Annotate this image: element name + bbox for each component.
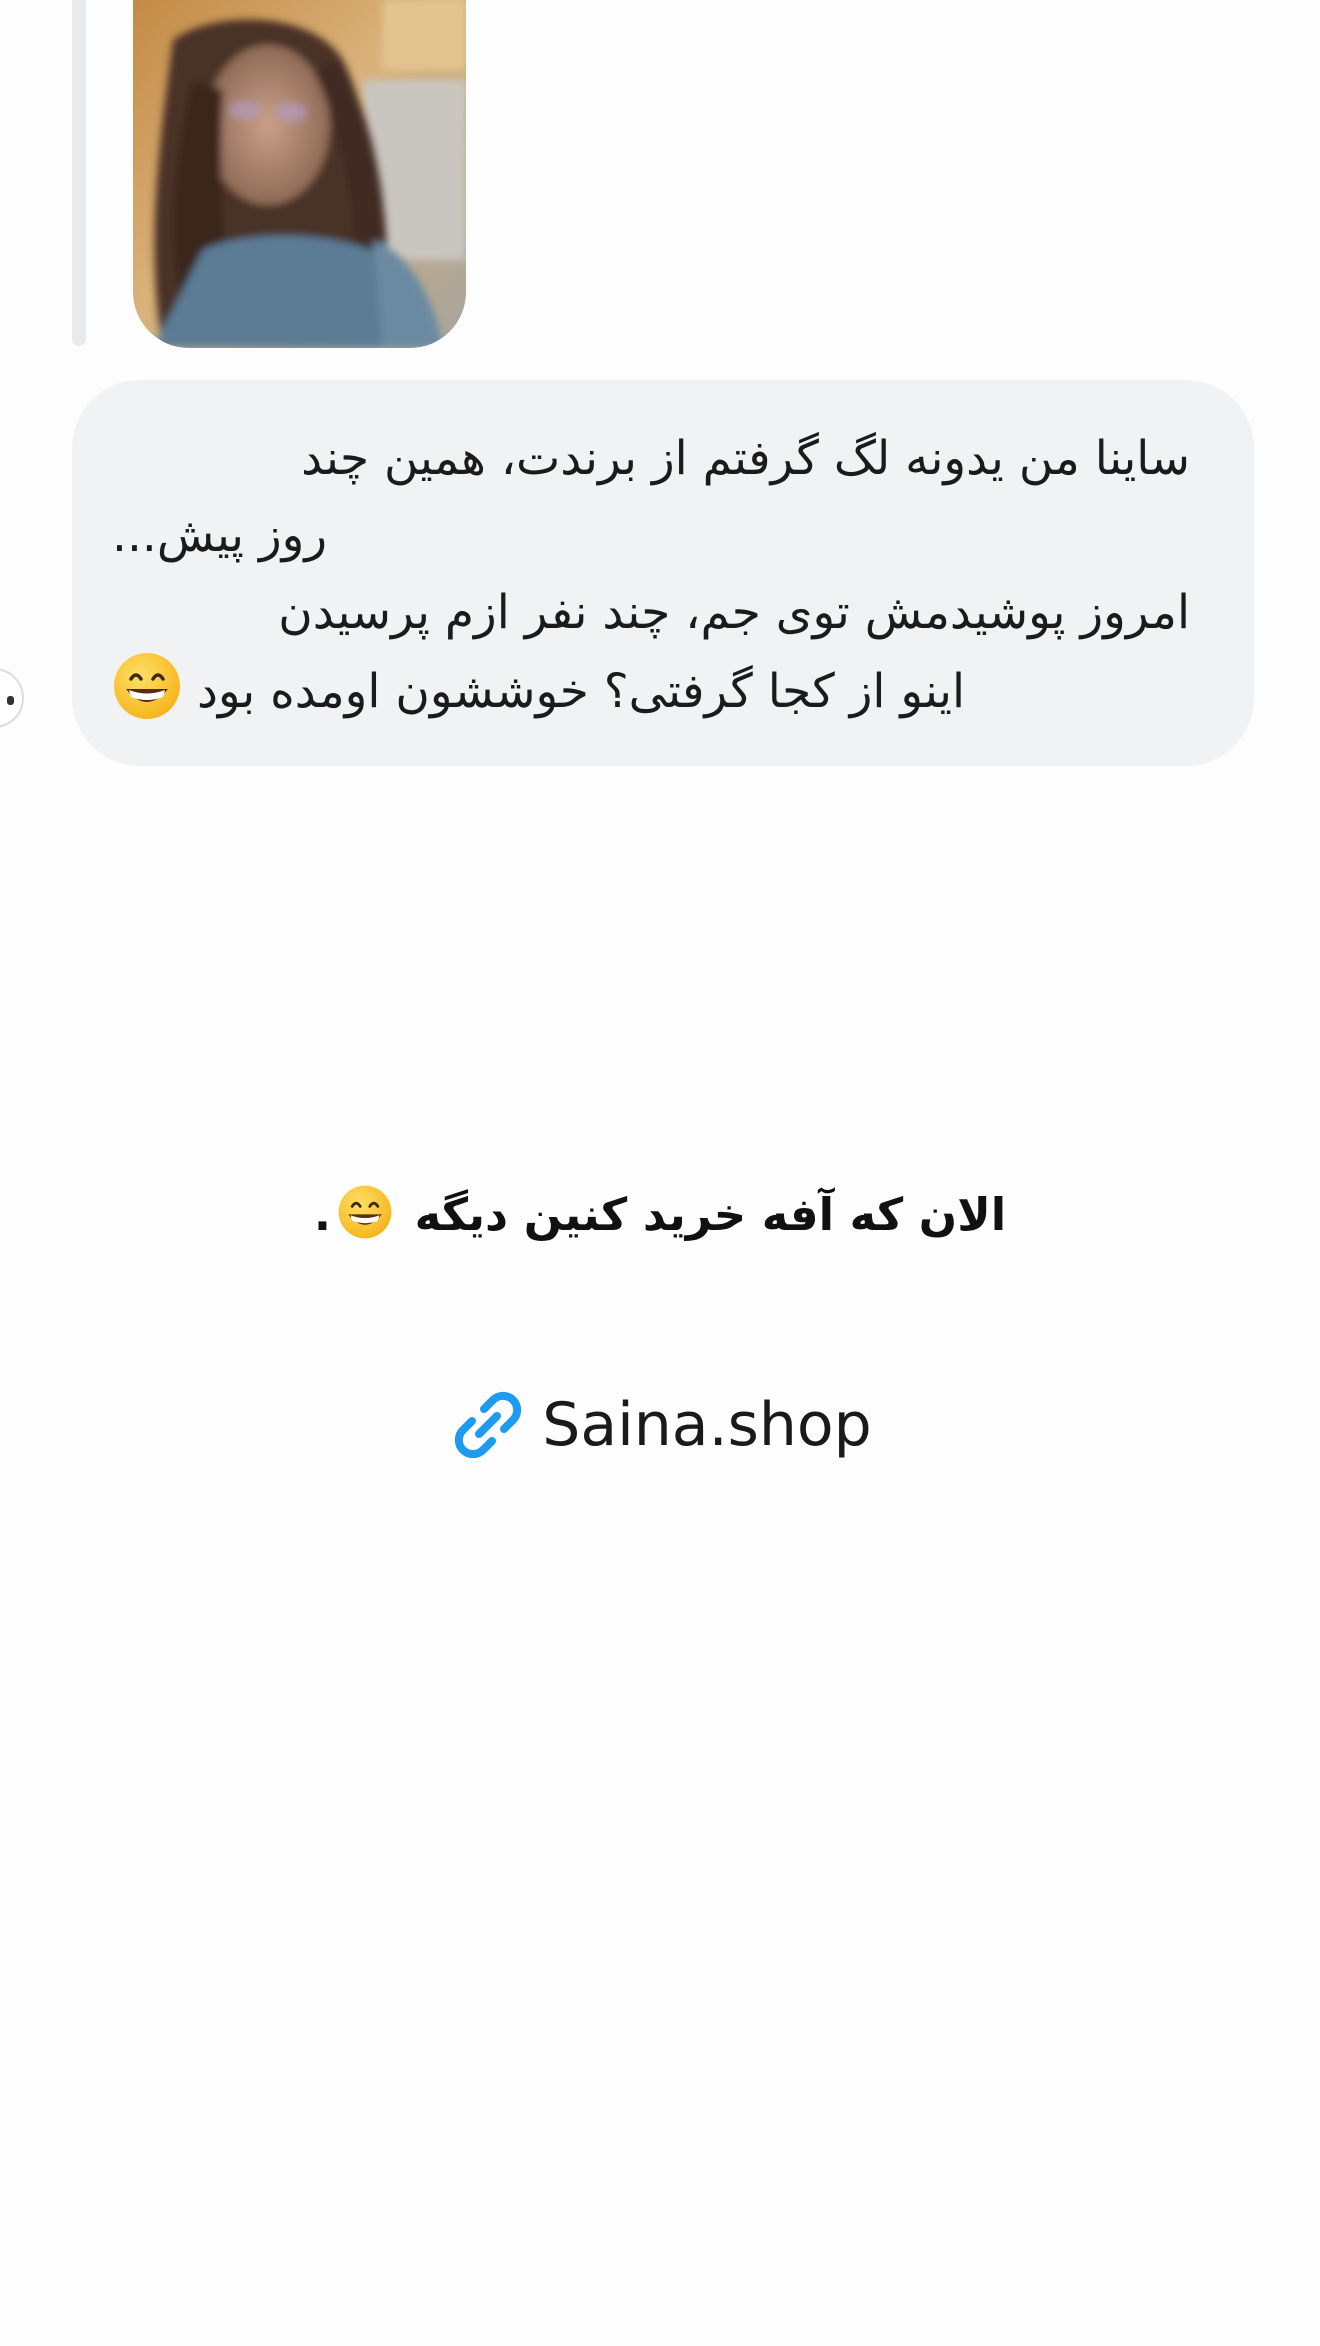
- grinning-face-icon: [338, 1185, 392, 1239]
- message-line: امروز پوشیدمش توی جم، چند نفر ازم پرسیدن: [278, 585, 1190, 640]
- reply-indicator-bar: [72, 0, 86, 346]
- message-bubble[interactable]: ساینا من یدونه لگ گرفتم از برندت، همین چ…: [72, 380, 1254, 766]
- message-line-with-emoji: اینو از کجا گرفتی؟ خوششون اومده بود: [112, 651, 1190, 730]
- caption-text: الان که آفه خرید کنین دیگه: [414, 1188, 1007, 1241]
- link-url[interactable]: Saina.shop: [542, 1390, 871, 1460]
- reaction-glyph: [7, 696, 14, 705]
- message-line: ساینا من یدونه لگ گرفتم از برندت، همین چ…: [301, 431, 1190, 486]
- message-text: ساینا من یدونه لگ گرفتم از برندت، همین چ…: [112, 420, 1190, 730]
- shared-photo[interactable]: [133, 0, 466, 348]
- shared-photo-image: [133, 0, 466, 348]
- link-icon: [455, 1391, 522, 1459]
- message-line: اینو از کجا گرفتی؟ خوششون اومده بود: [196, 664, 966, 719]
- story-caption: الان که آفه خرید کنین دیگه .: [0, 1180, 1320, 1250]
- story-page: ساینا من یدونه لگ گرفتم از برندت، همین چ…: [0, 0, 1320, 2346]
- reaction-icon[interactable]: [0, 668, 24, 728]
- caption-period: .: [313, 1188, 331, 1241]
- message-line: روز پیش...: [112, 508, 328, 563]
- grinning-face-icon: [114, 653, 180, 719]
- link-sticker[interactable]: Saina.shop: [0, 1385, 1320, 1475]
